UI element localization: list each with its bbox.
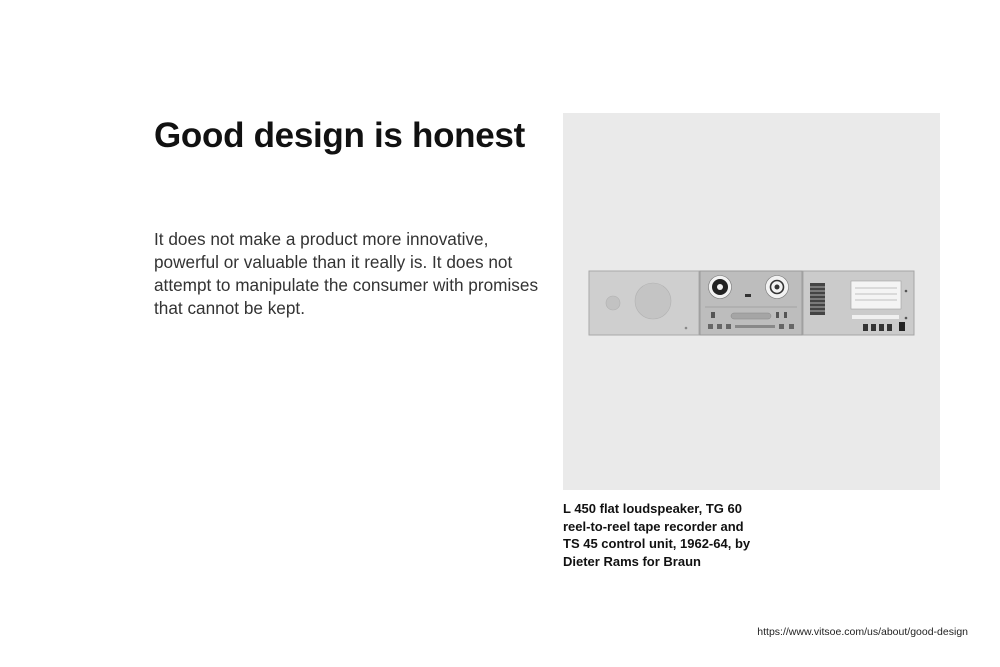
principle-description: It does not make a product more innovati…	[154, 229, 539, 318]
product-image	[563, 113, 940, 490]
tape-recorder	[699, 270, 803, 336]
image-caption: L 450 flat loudspeaker, TG 60 reel-to-re…	[563, 501, 751, 569]
page-heading: Good design is honest	[154, 116, 525, 155]
source-url: https://www.vitsoe.com/us/about/good-des…	[757, 626, 968, 638]
loudspeaker	[588, 270, 700, 336]
control-unit	[802, 270, 915, 336]
braun-audio-system-illustration	[588, 270, 915, 336]
